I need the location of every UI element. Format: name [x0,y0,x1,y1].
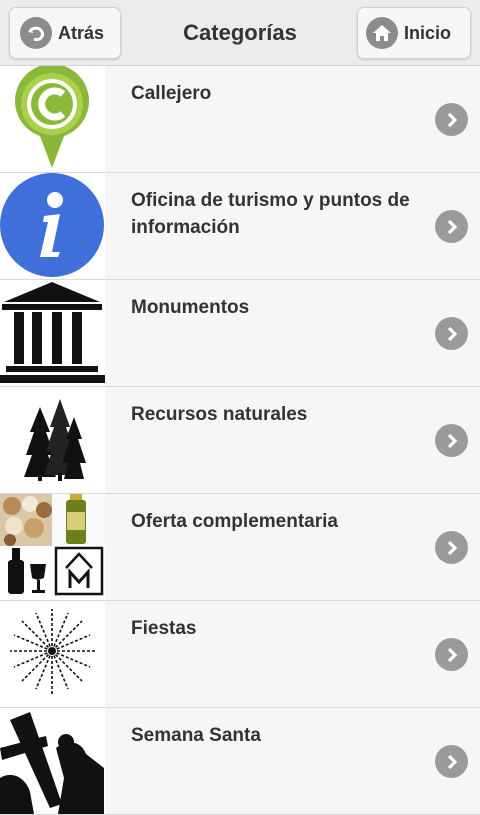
complementary-offer-icon [0,494,105,600]
home-button[interactable]: Inicio [357,7,471,59]
back-button-label: Atrás [58,22,105,43]
chevron-right-icon [435,317,468,350]
header-bar: Atrás Categorías Inicio [0,0,480,66]
info-icon [0,173,105,279]
category-item-oferta-complementaria[interactable]: Oferta complementaria [0,494,480,601]
category-label: Oferta complementaria [131,511,338,532]
category-list: Callejero Oficina de turismo y puntos de… [0,66,480,815]
category-item-fiestas[interactable]: Fiestas [0,601,480,708]
chevron-right-icon [435,745,468,778]
chevron-right-icon [435,638,468,671]
category-item-recursos-naturales[interactable]: Recursos naturales [0,387,480,494]
map-pin-c-icon [0,66,105,172]
category-label: Monumentos [131,297,250,318]
category-label: Semana Santa [131,725,261,746]
chevron-right-icon [435,424,468,457]
back-button[interactable]: Atrás [9,7,121,59]
trees-icon [0,387,105,493]
category-item-monumentos[interactable]: Monumentos [0,280,480,387]
category-label: Oficina de turismo y puntos de informaci… [131,190,410,238]
chevron-right-icon [435,210,468,243]
holy-week-icon [0,708,105,814]
monument-icon [0,280,105,386]
chevron-right-icon [435,531,468,564]
home-button-label: Inicio [404,22,452,43]
category-item-oficina-turismo[interactable]: Oficina de turismo y puntos de informaci… [0,173,480,280]
category-label: Recursos naturales [131,404,308,425]
chevron-right-icon [435,103,468,136]
home-icon [366,17,398,49]
category-item-callejero[interactable]: Callejero [0,66,480,173]
fireworks-icon [0,601,105,707]
category-item-semana-santa[interactable]: Semana Santa [0,708,480,815]
back-arrow-icon [20,17,52,49]
category-label: Callejero [131,83,212,104]
category-label: Fiestas [131,618,197,639]
